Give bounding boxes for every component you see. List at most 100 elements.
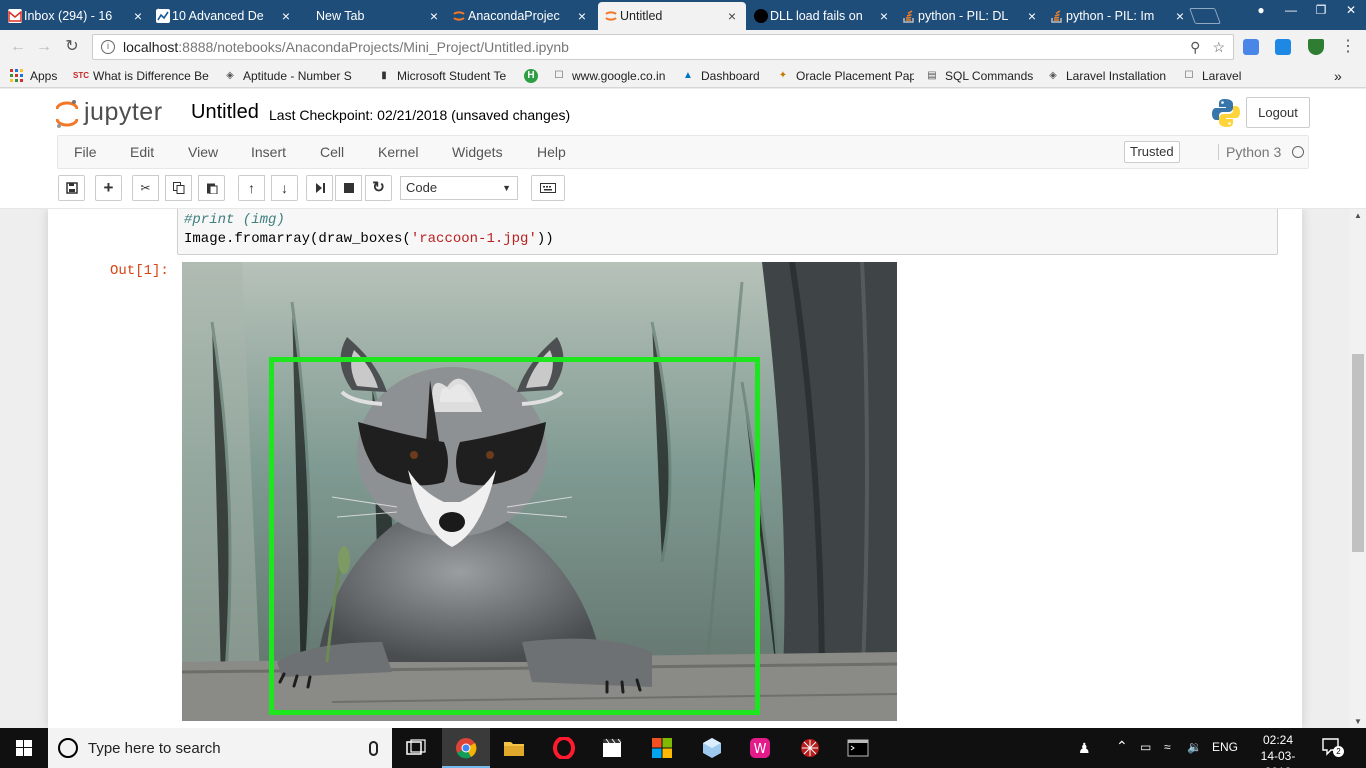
chrome-menu-icon[interactable]: ⋮ (1338, 37, 1358, 57)
office-icon[interactable] (638, 728, 686, 768)
forward-icon[interactable]: → (34, 37, 54, 57)
translate-extension-icon[interactable] (1243, 39, 1259, 55)
paste-icon[interactable] (198, 175, 225, 201)
close-icon[interactable]: × (726, 8, 738, 24)
opera-icon[interactable] (540, 728, 588, 768)
extension-arrow-icon[interactable] (1275, 39, 1291, 55)
close-icon[interactable]: × (1174, 8, 1186, 24)
bookmark-google[interactable]: ☐ www.google.co.in (552, 68, 666, 84)
zoom-icon[interactable]: ⚲ (1190, 39, 1200, 56)
scroll-up-icon[interactable]: ▲ (1350, 211, 1366, 220)
user-icon[interactable]: ● (1246, 0, 1276, 20)
menu-edit[interactable]: Edit (130, 144, 154, 160)
info-icon[interactable]: i (101, 40, 115, 54)
add-cell-icon[interactable]: + (95, 175, 122, 201)
scrollbar-thumb[interactable] (1352, 354, 1364, 552)
cell-type-select[interactable]: Code ▼ (400, 176, 518, 200)
code-cell-input[interactable]: #print (img) Image.fromarray(draw_boxes(… (177, 209, 1278, 255)
cut-icon[interactable]: ✂ (132, 175, 159, 201)
menu-cell[interactable]: Cell (320, 144, 344, 160)
bookmark-oracle[interactable]: ✦ Oracle Placement Pap (776, 68, 914, 84)
menu-kernel[interactable]: Kernel (378, 144, 418, 160)
new-tab-button[interactable] (1189, 8, 1221, 24)
microphone-icon[interactable] (369, 740, 378, 756)
menu-insert[interactable]: Insert (251, 144, 286, 160)
move-down-icon[interactable]: ↓ (271, 175, 298, 201)
virtualbox-icon[interactable] (688, 728, 736, 768)
taskbar-clock[interactable]: 02:24 14-03-2018 (1250, 732, 1306, 768)
tab-dll-load[interactable]: DLL load fails on × (748, 2, 898, 30)
close-icon[interactable]: × (428, 8, 440, 24)
video-editor-icon[interactable] (588, 728, 636, 768)
github-icon (754, 9, 768, 23)
jupyter-logo[interactable]: jupyter (55, 98, 163, 128)
bookmark-laravel-installation[interactable]: ◈ Laravel Installation (1046, 68, 1166, 84)
bookmark-label: Dashboard (701, 69, 760, 83)
restart-icon[interactable]: ↻ (365, 175, 392, 201)
logout-button[interactable]: Logout (1246, 97, 1310, 128)
stop-icon[interactable] (335, 175, 362, 201)
bookmark-dashboard[interactable]: ▲ Dashboard (681, 68, 760, 84)
tab-advanced[interactable]: 10 Advanced De × (150, 2, 300, 30)
restore-icon[interactable]: ❐ (1306, 0, 1336, 20)
minimize-icon[interactable]: — (1276, 0, 1306, 20)
kernel-name[interactable]: Python 3 (1218, 144, 1281, 160)
keyboard-icon[interactable] (531, 175, 565, 201)
wampserver-icon[interactable]: W (736, 728, 784, 768)
copy-icon[interactable] (165, 175, 192, 201)
menu-help[interactable]: Help (537, 144, 566, 160)
close-window-icon[interactable]: ✕ (1336, 0, 1366, 20)
close-icon[interactable]: × (280, 8, 292, 24)
taskbar-search-box[interactable]: Type here to search (48, 728, 392, 768)
chrome-icon[interactable] (442, 728, 490, 768)
wifi-icon[interactable]: ≈ (1164, 740, 1171, 754)
bookmark-label: SQL Commands (945, 69, 1034, 83)
volume-icon[interactable]: 🔉 (1187, 740, 1202, 754)
bookmark-aptitude[interactable]: ◈ Aptitude - Number S (223, 68, 359, 84)
menu-view[interactable]: View (188, 144, 218, 160)
battery-icon[interactable]: ▭ (1140, 740, 1151, 754)
bookmarks-overflow-button[interactable]: » (1334, 68, 1342, 84)
bookmark-star-icon[interactable]: ☆ (1212, 39, 1225, 56)
bookmark-h[interactable]: H (524, 68, 544, 84)
tab-pil-im[interactable]: python - PIL: Im × (1044, 2, 1194, 30)
bookmark-difference[interactable]: STC What is Difference Be (73, 68, 211, 84)
tab-untitled[interactable]: Untitled × (598, 2, 746, 30)
notebook-name[interactable]: Untitled (191, 101, 259, 124)
bookmark-laravel[interactable]: ☐ Laravel (1182, 68, 1242, 84)
close-icon[interactable]: × (132, 8, 144, 24)
trusted-indicator[interactable]: Trusted (1124, 141, 1180, 163)
tab-anaconda[interactable]: AnacondaProjec × (446, 2, 596, 30)
notebook-container[interactable]: #print (img) Image.fromarray(draw_boxes(… (0, 209, 1350, 728)
scroll-down-icon[interactable]: ▼ (1350, 717, 1366, 726)
close-icon[interactable]: × (1026, 8, 1038, 24)
address-bar[interactable]: i localhost:8888/notebooks/AnacondaProje… (92, 34, 1234, 60)
menu-widgets[interactable]: Widgets (452, 144, 503, 160)
bookmark-apps[interactable]: Apps (10, 68, 57, 84)
shield-extension-icon[interactable] (1308, 39, 1324, 55)
bookmark-microsoft[interactable]: ▮ Microsoft Student Te (377, 68, 509, 84)
chevron-up-icon[interactable]: ⌃ (1116, 738, 1128, 755)
language-indicator[interactable]: ENG (1212, 740, 1238, 754)
save-icon[interactable] (58, 175, 85, 201)
people-icon[interactable]: ♟ (1078, 740, 1091, 757)
action-center-button[interactable]: 2 (1322, 738, 1344, 757)
tab-inbox[interactable]: Inbox (294) - 16 × (2, 2, 152, 30)
close-icon[interactable]: × (878, 8, 890, 24)
task-view-icon[interactable] (392, 728, 440, 768)
windows-start-button[interactable] (0, 728, 48, 768)
tab-pil-dll[interactable]: python - PIL: DL × (896, 2, 1046, 30)
jupyter-wordmark: jupyter (84, 98, 163, 126)
page-scrollbar[interactable]: ▲ ▼ (1350, 209, 1366, 728)
move-up-icon[interactable]: ↑ (238, 175, 265, 201)
file-explorer-icon[interactable] (490, 728, 538, 768)
bookmark-sql[interactable]: ▤ SQL Commands (925, 68, 1033, 84)
back-icon[interactable]: ← (8, 37, 28, 57)
tab-new-tab[interactable]: New Tab × (298, 2, 448, 30)
reload-icon[interactable]: ↻ (62, 37, 82, 57)
close-icon[interactable]: × (576, 8, 588, 24)
spider-icon[interactable] (786, 728, 834, 768)
menu-file[interactable]: File (74, 144, 97, 160)
run-icon[interactable] (306, 175, 333, 201)
terminal-icon[interactable] (834, 728, 882, 768)
